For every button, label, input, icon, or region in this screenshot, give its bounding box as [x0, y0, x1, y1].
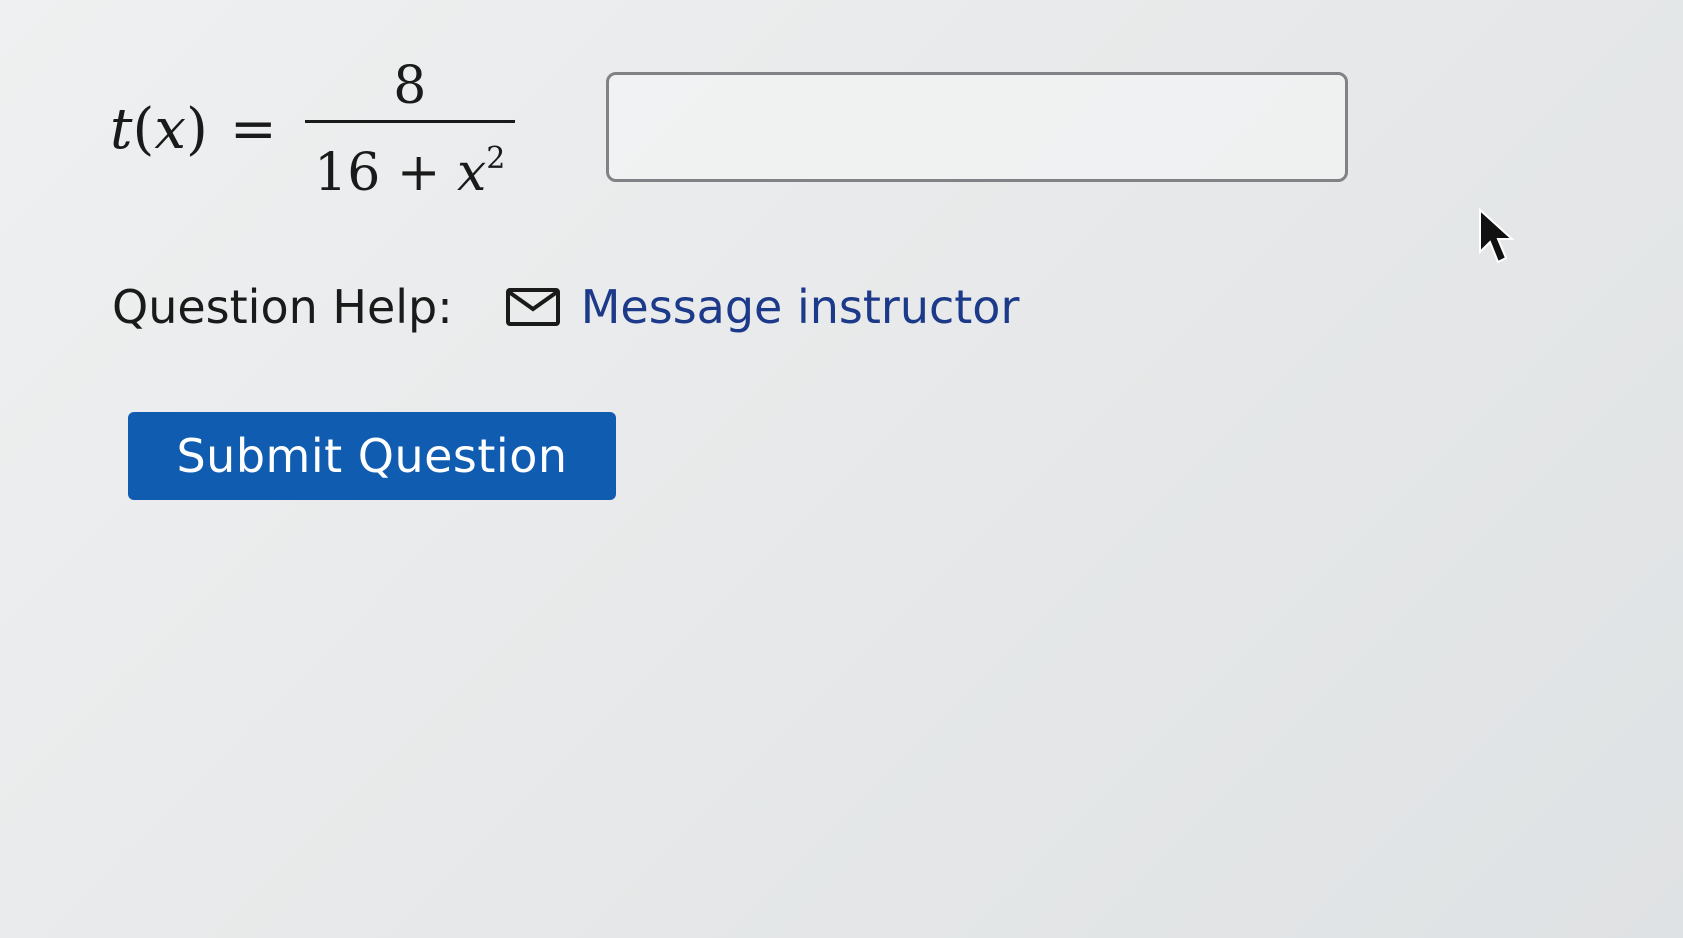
mail-icon[interactable] [505, 287, 561, 327]
denominator-variable: x [456, 143, 487, 203]
function-lhs: t(x) [110, 97, 208, 162]
denominator-exponent: 2 [486, 141, 506, 176]
answer-input[interactable] [606, 72, 1348, 182]
fraction-denominator: 16 + x2 [314, 129, 505, 203]
function-equation: t(x) = 8 16 + x2 [110, 56, 515, 203]
fraction-numerator: 8 [393, 56, 427, 116]
question-help: Question Help: Message instructor [112, 280, 1019, 334]
denominator-operator: + [396, 143, 441, 203]
fraction: 8 16 + x2 [304, 56, 515, 203]
function-name: t [110, 97, 133, 162]
equals-sign: = [229, 97, 277, 162]
question-page: t(x) = 8 16 + x2 Question Help: Message … [0, 0, 1683, 938]
submit-question-button[interactable]: Submit Question [128, 412, 616, 500]
question-help-label: Question Help: [112, 280, 453, 334]
function-variable: x [154, 97, 186, 162]
message-instructor-link[interactable]: Message instructor [581, 280, 1020, 334]
mouse-cursor-icon [1479, 208, 1514, 264]
denominator-constant: 16 [314, 143, 381, 203]
fraction-bar [304, 120, 515, 123]
